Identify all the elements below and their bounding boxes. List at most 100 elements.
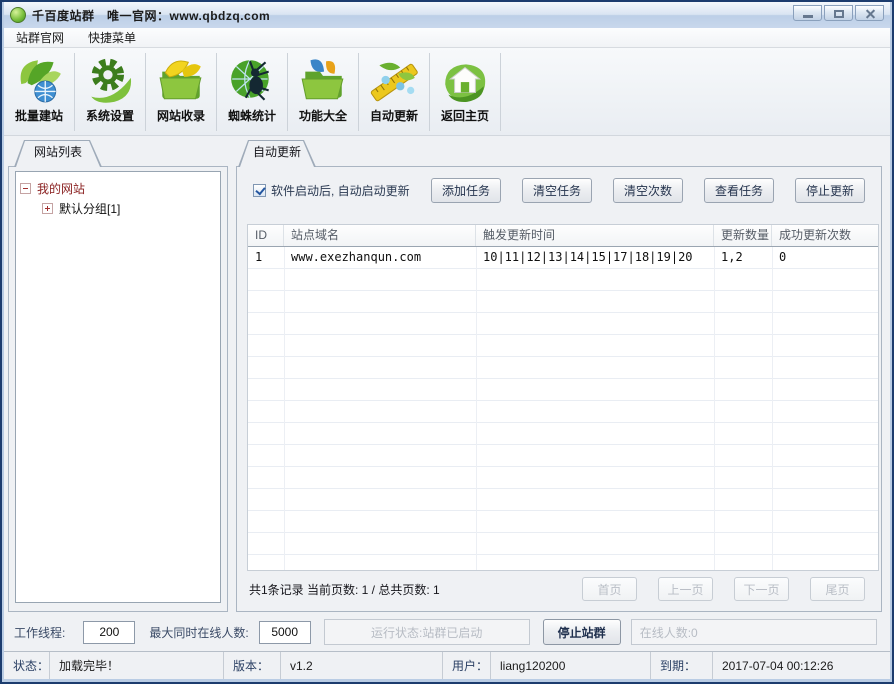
column-header-id[interactable]: ID (248, 225, 284, 246)
table-column-separator (714, 247, 715, 570)
toolbar-all-features[interactable]: 功能大全 (288, 53, 359, 131)
toolbar-label: 批量建站 (14, 109, 63, 123)
pagination-row: 共1条记录 当前页数: 1 / 总共页数: 1 首页 上一页 下一页 尾页 (249, 577, 865, 601)
autostart-checkbox-label: 软件启动后, 自动启动更新 (271, 184, 410, 198)
record-summary: 共1条记录 当前页数: 1 / 总共页数: 1 (249, 582, 440, 597)
worker-threads-input[interactable] (83, 620, 136, 644)
expiry-value: 2017-07-04 00:12:26 (722, 658, 834, 673)
app-icon (10, 7, 26, 23)
tree-item-default-group[interactable]: 默认分组[1] (20, 198, 216, 218)
cell-id: 1 (255, 250, 263, 264)
minimize-button[interactable] (793, 5, 822, 21)
status-label: 状态： (4, 652, 50, 679)
toolbar-system-settings[interactable]: 系统设置 (75, 53, 146, 131)
worker-threads-label: 工作线程: (14, 625, 66, 640)
toolbar: 批量建站 系统设置 网站收录 蜘蛛统计 功能大全 自动更新 返回主页 (4, 48, 890, 136)
prev-page-button[interactable]: 上一页 (658, 577, 713, 601)
table-row[interactable]: 1 www.exezhanqun.com 10|11|12|13|14|15|1… (248, 247, 878, 269)
first-page-button[interactable]: 首页 (582, 577, 637, 601)
toolbar-return-home[interactable]: 返回主页 (430, 53, 501, 131)
autostart-checkbox[interactable] (253, 184, 266, 197)
tab-auto-update-label: 自动更新 (252, 145, 301, 159)
column-header-success-count[interactable]: 成功更新次数 (772, 225, 878, 246)
statusbar: 状态： 加载完毕！ 版本： v1.2 用户： liang120200 到期： 2… (4, 651, 890, 679)
window-title: 千百度站群 唯一官网：www.qbdzq.com (32, 8, 271, 23)
update-task-table: ID 站点域名 触发更新时间 更新数量 成功更新次数 1 www.exezhan… (247, 224, 879, 571)
max-online-label: 最大同时在线人数: (149, 625, 249, 640)
menu-quick-menu[interactable]: 快捷菜单 (76, 28, 148, 47)
client-area: 站群官网 快捷菜单 批量建站 系统设置 网站收录 蜘蛛统计 功能大全 自动更新 … (4, 28, 890, 679)
next-page-button[interactable]: 下一页 (734, 577, 789, 601)
minimize-icon (803, 15, 813, 18)
collapse-icon[interactable] (20, 182, 31, 194)
stop-update-button[interactable]: 停止更新 (795, 178, 865, 203)
column-header-update-count[interactable]: 更新数量 (714, 225, 772, 246)
toolbar-site-index[interactable]: 网站收录 (146, 53, 217, 131)
tab-auto-update[interactable]: 自动更新 (238, 140, 316, 167)
cell-domain: www.exezhanqun.com (291, 250, 422, 264)
column-header-trigger-times[interactable]: 触发更新时间 (476, 225, 714, 246)
toolbar-auto-update[interactable]: 自动更新 (359, 53, 430, 131)
site-tree: 我的网站 默认分组[1] (15, 171, 221, 603)
toolbar-label: 返回主页 (440, 109, 489, 123)
home-leaf-icon (445, 64, 486, 102)
window-controls (793, 5, 884, 21)
clear-counts-button[interactable]: 清空次数 (613, 178, 683, 203)
expand-icon[interactable] (42, 202, 53, 214)
table-column-separator (476, 247, 477, 570)
folder-features-icon (301, 59, 344, 100)
version-value: v1.2 (281, 652, 443, 679)
ruler-sprigs-icon (370, 62, 418, 102)
tab-site-list-label: 网站列表 (33, 145, 82, 159)
toolbar-label: 功能大全 (298, 109, 347, 123)
table-column-separator (284, 247, 285, 570)
user-label: 用户： (443, 652, 491, 679)
gear-leaf-icon (91, 58, 132, 103)
workarea: 网站列表 我的网站 默认分组[1] 自动更新 软件启动后, 自动启动更新 添加任… (4, 136, 890, 651)
toolbar-spider-stats[interactable]: 蜘蛛统计 (217, 53, 288, 131)
toolbar-label: 自动更新 (369, 109, 418, 123)
autostart-checkbox-wrap[interactable]: 软件启动后, 自动启动更新 (253, 182, 410, 199)
status-value: 加载完毕！ (50, 652, 224, 679)
cell-update-count: 1,2 (721, 250, 743, 264)
tab-site-list[interactable]: 网站列表 (14, 140, 102, 167)
toolbar-batch-build-site[interactable]: 批量建站 (4, 53, 75, 131)
version-label: 版本： (224, 652, 281, 679)
run-status-button: 运行状态:站群已启动 (323, 619, 530, 645)
max-online-input[interactable] (258, 620, 311, 644)
menubar: 站群官网 快捷菜单 (4, 28, 890, 48)
add-task-button[interactable]: 添加任务 (431, 178, 501, 203)
tree-item-label: 我的网站 (37, 181, 86, 196)
table-column-separator (772, 247, 773, 570)
table-header: ID 站点域名 触发更新时间 更新数量 成功更新次数 (248, 225, 878, 247)
cell-trigger-times: 10|11|12|13|14|15|17|18|19|20 (483, 250, 693, 264)
last-page-button[interactable]: 尾页 (810, 577, 865, 601)
update-controls-row: 软件启动后, 自动启动更新 添加任务 清空任务 清空次数 查看任务 停止更新 (237, 178, 881, 203)
maximize-icon (834, 10, 844, 18)
toolbar-label: 蜘蛛统计 (227, 109, 276, 123)
tree-item-label: 默认分组[1] (59, 201, 121, 216)
clear-tasks-button[interactable]: 清空任务 (522, 178, 592, 203)
stop-sitegroup-button[interactable]: 停止站群 (542, 619, 621, 645)
maximize-button[interactable] (824, 5, 853, 21)
toolbar-label: 网站收录 (156, 109, 205, 123)
user-value: liang120200 (491, 652, 651, 679)
expiry-label: 到期： (651, 652, 713, 679)
spider-leaf-icon (231, 59, 269, 101)
close-button[interactable] (855, 5, 884, 21)
toolbar-label: 系统设置 (85, 109, 134, 123)
titlebar[interactable]: 千百度站群 唯一官网：www.qbdzq.com (4, 2, 890, 28)
cell-success-count: 0 (779, 250, 787, 264)
online-count-box: 在线人数:0 (630, 619, 877, 645)
view-tasks-button[interactable]: 查看任务 (704, 178, 774, 203)
app-window: 千百度站群 唯一官网：www.qbdzq.com 站群官网 快捷菜单 批量建站 … (0, 0, 894, 684)
menu-site-official[interactable]: 站群官网 (4, 28, 76, 47)
globe-leaves-icon (20, 60, 61, 103)
tree-item-my-sites[interactable]: 我的网站 (20, 178, 216, 198)
site-list-pane: 我的网站 默认分组[1] (8, 166, 228, 612)
column-header-domain[interactable]: 站点域名 (284, 225, 476, 246)
auto-update-pane: 软件启动后, 自动启动更新 添加任务 清空任务 清空次数 查看任务 停止更新 I… (236, 166, 882, 612)
folder-leaves-icon (159, 60, 202, 100)
table-body: 1 www.exezhanqun.com 10|11|12|13|14|15|1… (248, 247, 878, 570)
bottom-control-row: 工作线程: 最大同时在线人数: 运行状态:站群已启动 停止站群 在线人数:0 (4, 618, 890, 646)
